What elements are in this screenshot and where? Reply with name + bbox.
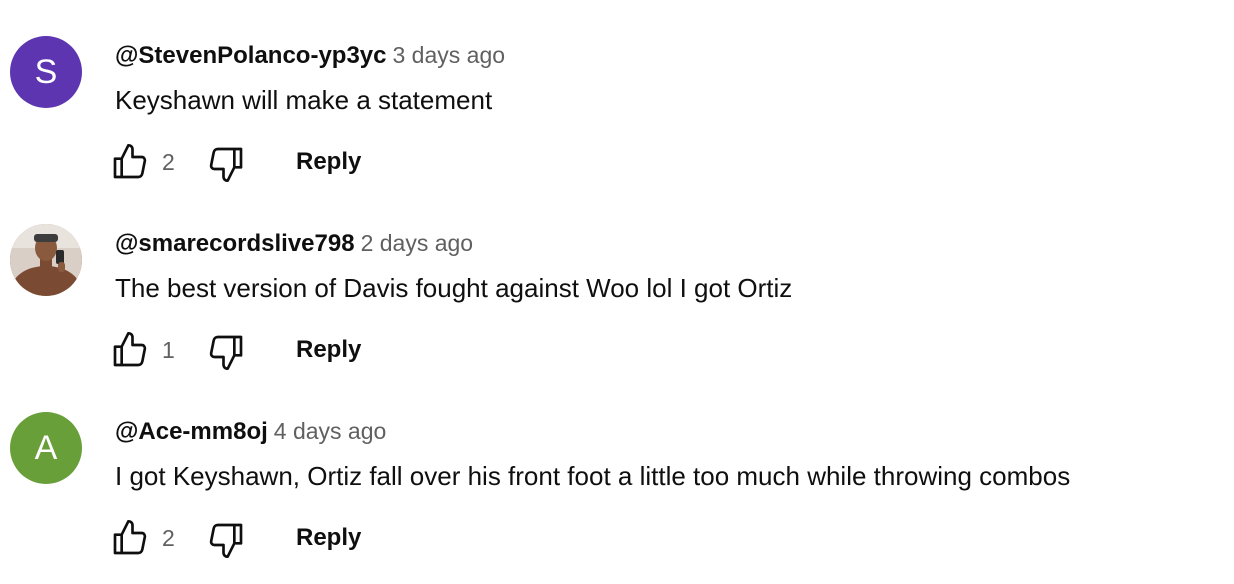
avatar-letter: A	[34, 429, 58, 467]
comment-header: @smarecordslive798 2 days ago	[115, 228, 473, 262]
comment-item: S @StevenPolanco-yp3yc 3 days ago Keyshaw…	[0, 36, 1234, 224]
thumbs-down-icon[interactable]	[206, 520, 246, 560]
reply-button[interactable]: Reply	[296, 523, 361, 553]
comment-actions: 2 Reply	[110, 518, 410, 558]
comment-time[interactable]: 3 days ago	[393, 42, 506, 68]
comment-text: The best version of Davis fought against…	[115, 273, 793, 303]
comment-author[interactable]: @StevenPolanco-yp3yc	[115, 42, 387, 69]
avatar-photo	[10, 224, 82, 296]
like-count: 2	[162, 525, 175, 551]
thumbs-up-icon[interactable]	[110, 518, 150, 558]
thumbs-down-icon[interactable]	[206, 144, 246, 184]
thumbs-up-icon[interactable]	[110, 330, 150, 370]
reply-button[interactable]: Reply	[296, 335, 361, 365]
comment-author[interactable]: @Ace-mm8oj	[115, 418, 268, 445]
comment-item: @smarecordslive798 2 days ago The best ve…	[0, 224, 1234, 412]
thumbs-up-icon[interactable]	[110, 142, 150, 182]
comment-text: Keyshawn will make a statement	[115, 85, 493, 115]
avatar-letter: S	[34, 53, 58, 91]
comment-time[interactable]: 4 days ago	[274, 418, 387, 444]
avatar[interactable]: S	[10, 36, 82, 108]
comment-text: I got Keyshawn, Ortiz fall over his fron…	[115, 461, 1071, 491]
comment-header: @StevenPolanco-yp3yc 3 days ago	[115, 40, 505, 74]
comment-actions: 1 Reply	[110, 330, 410, 370]
comment-actions: 2 Reply	[110, 142, 410, 184]
comment-thread: S @StevenPolanco-yp3yc 3 days ago Keyshaw…	[0, 0, 1234, 584]
avatar[interactable]	[10, 224, 82, 296]
avatar[interactable]: A	[10, 412, 82, 484]
thumbs-down-icon[interactable]	[206, 332, 246, 372]
comment-header: @Ace-mm8oj 4 days ago	[115, 416, 386, 450]
comment-item: A @Ace-mm8oj 4 days ago I got Keyshawn, O…	[0, 412, 1234, 584]
comment-author[interactable]: @smarecordslive798	[115, 230, 355, 257]
reply-button[interactable]: Reply	[296, 147, 361, 177]
like-count: 1	[162, 337, 175, 363]
comment-time[interactable]: 2 days ago	[361, 230, 474, 256]
like-count: 2	[162, 149, 175, 175]
